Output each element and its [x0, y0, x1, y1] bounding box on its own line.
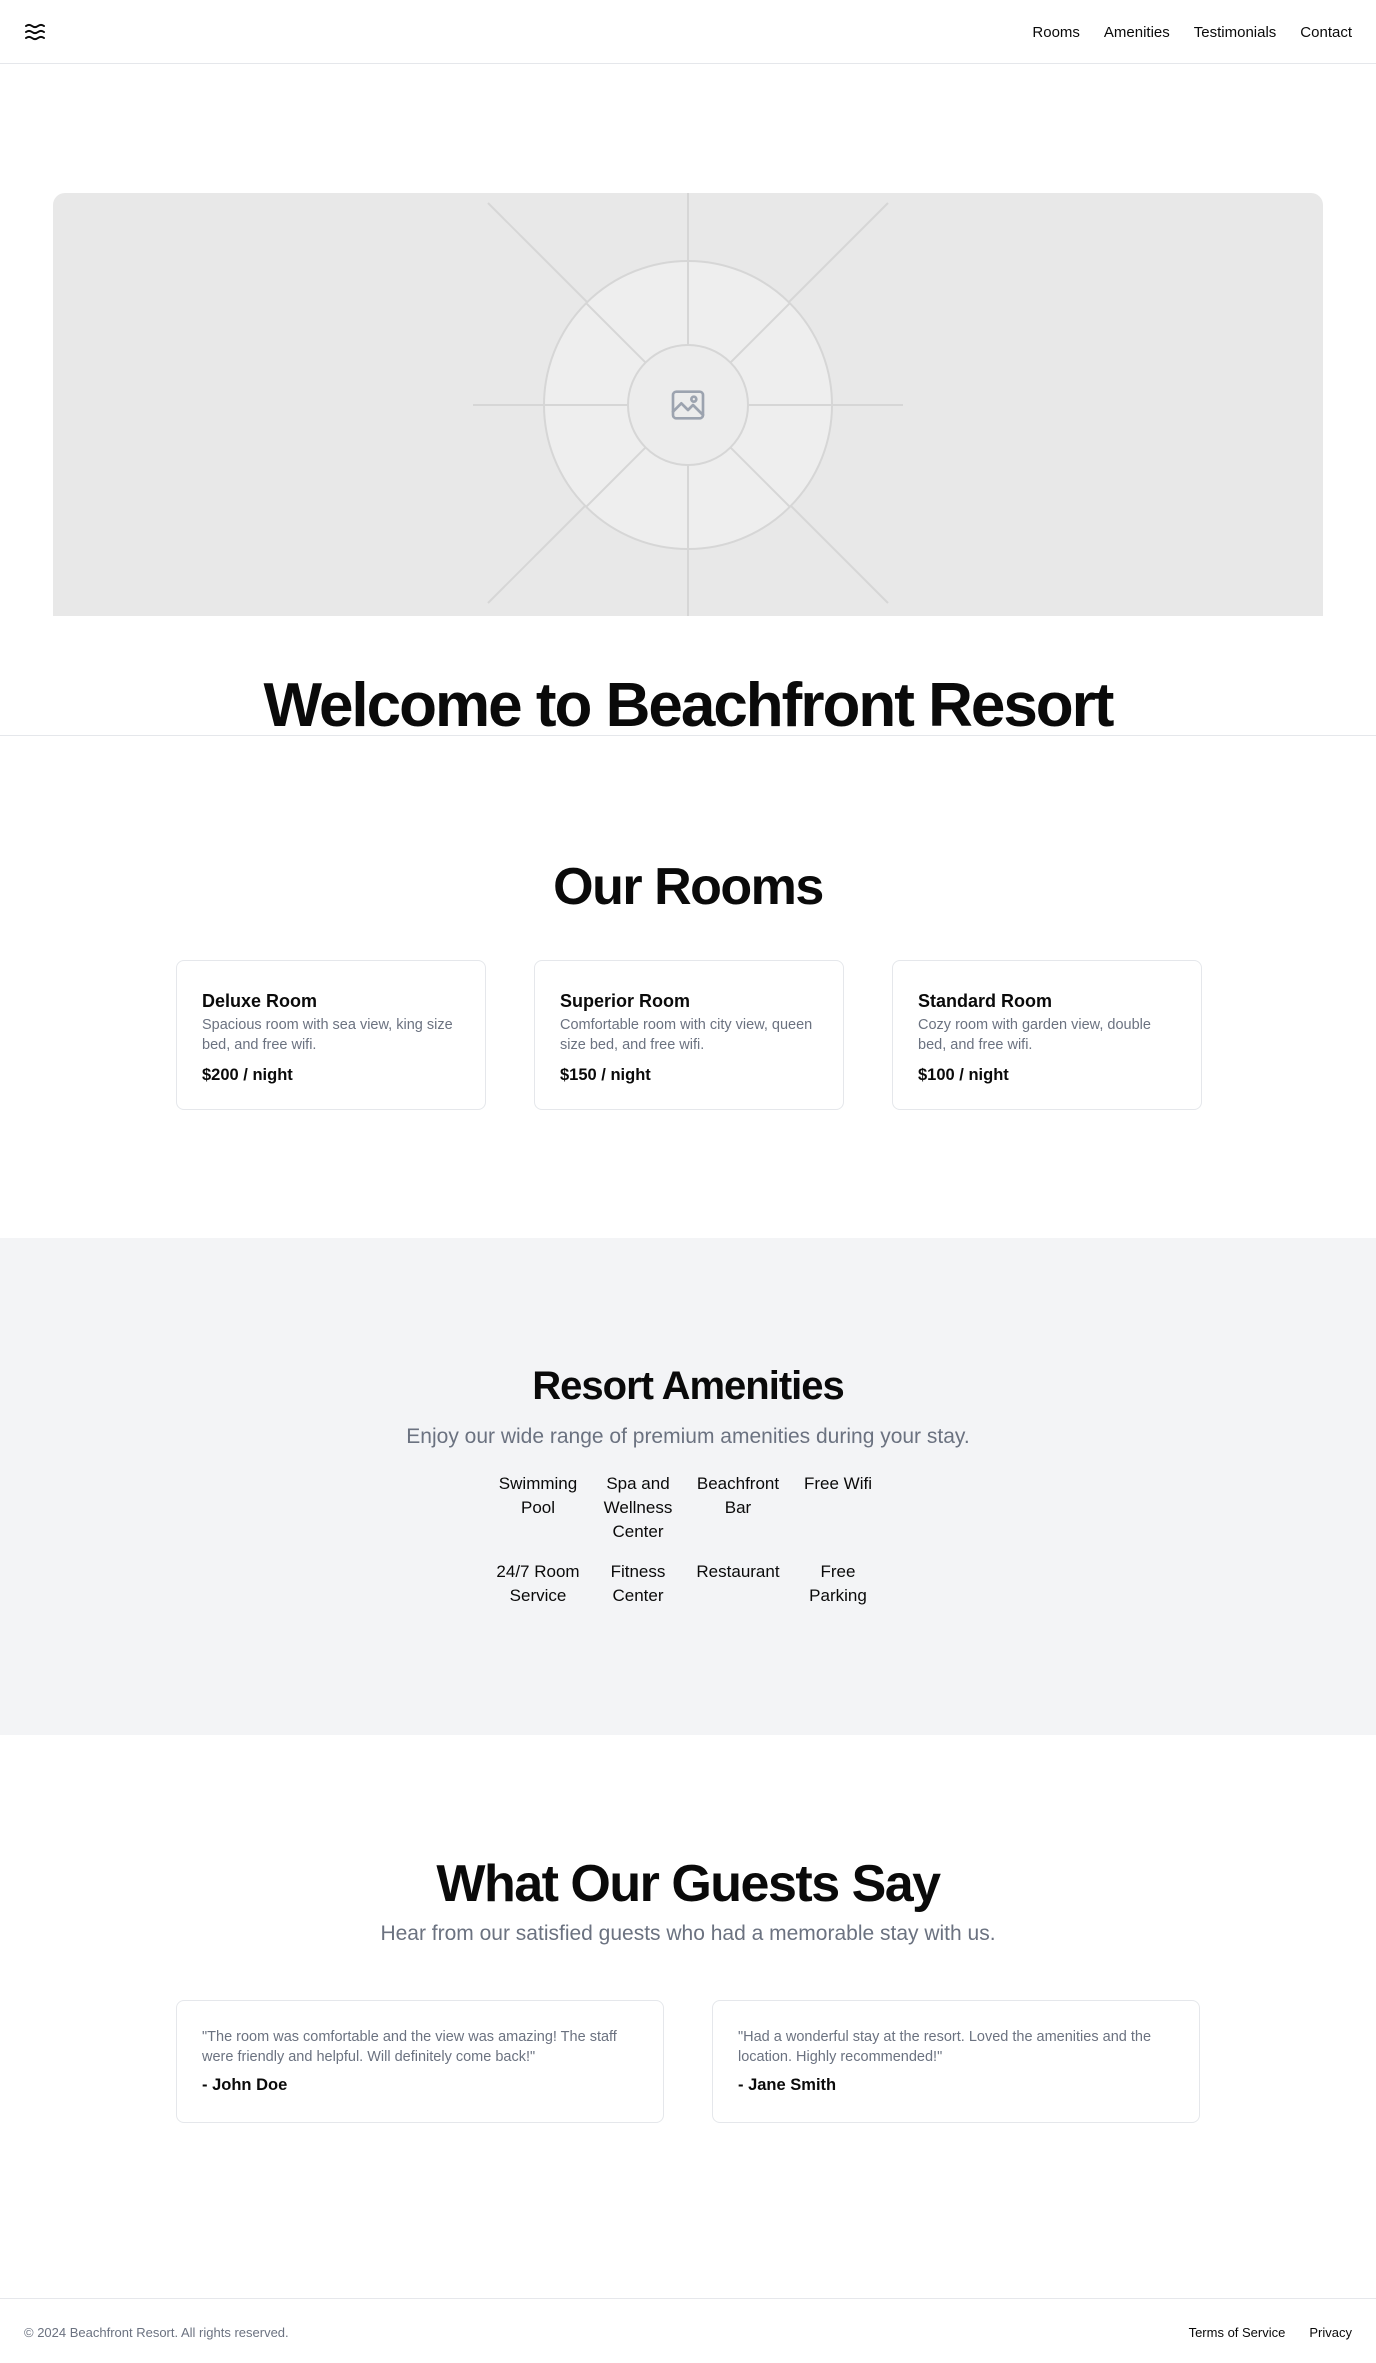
room-description: Spacious room with sea view, king size b… [202, 1017, 453, 1053]
amenities-subtitle: Enjoy our wide range of premium amenitie… [406, 1425, 970, 1448]
site-header: Rooms Amenities Testimonials Contact [0, 0, 1376, 64]
rooms-title: Our Rooms [553, 858, 824, 916]
room-name: Superior Room [560, 991, 691, 1011]
amenity-item: Free Parking [809, 1562, 867, 1605]
amenity-item: 24/7 Room Service [496, 1562, 580, 1605]
room-price: $150 / night [560, 1066, 651, 1084]
testimonial-author: - Jane Smith [738, 2076, 837, 2094]
room-description: Comfortable room with city view, queen s… [560, 1017, 813, 1053]
privacy-link[interactable]: Privacy [1309, 2325, 1352, 2340]
room-card[interactable]: Superior Room Comfortable room with city… [534, 960, 844, 1110]
amenity-item: Beachfront Bar [696, 1474, 780, 1517]
amenity-item: Swimming Pool [498, 1474, 578, 1517]
site-footer: © 2024 Beachfront Resort. All rights res… [0, 2298, 1376, 2363]
testimonials-list: "The room was comfortable and the view w… [176, 2000, 1200, 2123]
footer-links: Terms of Service Privacy [1189, 2325, 1352, 2340]
room-price: $200 / night [202, 1066, 293, 1084]
main-nav: Rooms Amenities Testimonials Contact [1032, 0, 1352, 64]
room-price: $100 / night [918, 1066, 1009, 1084]
waves-icon[interactable] [24, 20, 48, 44]
image-icon [671, 390, 705, 420]
nav-rooms[interactable]: Rooms [1032, 24, 1080, 41]
testimonials-title: What Our Guests Say [436, 1855, 941, 1913]
terms-link[interactable]: Terms of Service [1189, 2325, 1286, 2340]
nav-contact[interactable]: Contact [1300, 24, 1352, 41]
amenity-item: Free Wifi [804, 1474, 872, 1493]
amenities-title: Resort Amenities [532, 1364, 845, 1408]
amenity-item: Spa and Wellness Center [603, 1474, 673, 1541]
room-card[interactable]: Standard Room Cozy room with garden view… [892, 960, 1202, 1110]
testimonials-subtitle: Hear from our satisfied guests who had a… [380, 1922, 996, 1945]
section-divider [0, 735, 1376, 736]
amenity-item: Restaurant [696, 1562, 780, 1581]
hero-title: Welcome to Beachfront Resort [263, 671, 1115, 740]
testimonial-quote: "The room was comfortable and the view w… [202, 2029, 617, 2065]
amenity-item: Fitness Center [610, 1562, 666, 1605]
rooms-list: Deluxe Room Spacious room with sea view,… [176, 960, 1202, 1110]
nav-testimonials[interactable]: Testimonials [1194, 24, 1277, 41]
room-card[interactable]: Deluxe Room Spacious room with sea view,… [176, 960, 486, 1110]
hero-image-placeholder [53, 193, 1323, 616]
testimonial-quote: "Had a wonderful stay at the resort. Lov… [738, 2029, 1152, 2065]
nav-amenities[interactable]: Amenities [1104, 24, 1170, 41]
room-description: Cozy room with garden view, double bed, … [918, 1017, 1151, 1053]
testimonial-author: - John Doe [202, 2076, 288, 2094]
room-name: Standard Room [918, 991, 1053, 1011]
amenities-list: Swimming Pool Spa and Wellness Center Be… [488, 1472, 888, 1608]
testimonial-card: "Had a wonderful stay at the resort. Lov… [712, 2000, 1200, 2123]
room-name: Deluxe Room [202, 991, 318, 1011]
testimonial-card: "The room was comfortable and the view w… [176, 2000, 664, 2123]
copyright-text: © 2024 Beachfront Resort. All rights res… [24, 2325, 289, 2340]
